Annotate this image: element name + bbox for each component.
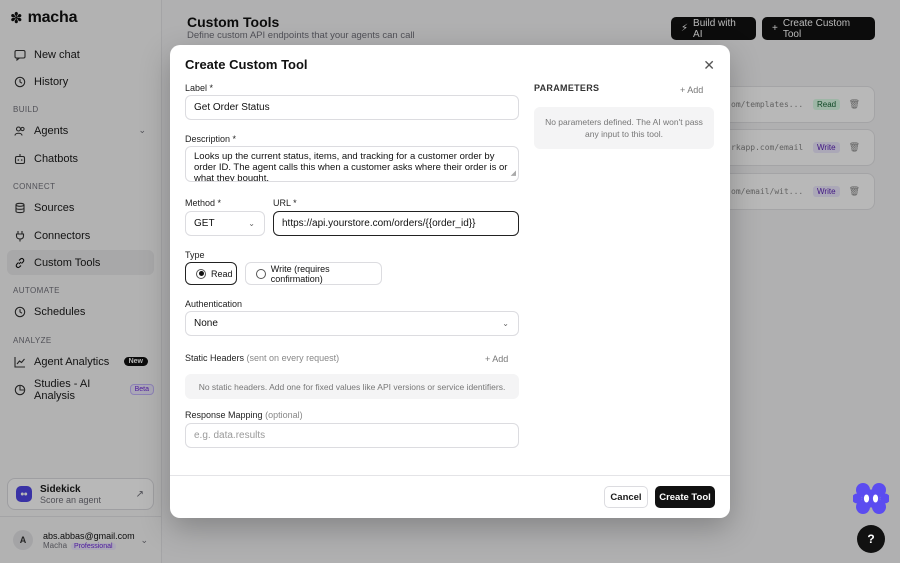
- close-icon[interactable]: ✕: [703, 57, 715, 74]
- create-tool-button[interactable]: Create Tool: [655, 486, 715, 508]
- authentication-field-label: Authentication: [185, 299, 243, 309]
- radio-label: Write (requires confirmation): [270, 263, 330, 284]
- static-headers-empty: No static headers. Add one for fixed val…: [185, 374, 519, 399]
- description-field-label: Description *: [185, 134, 237, 144]
- add-parameter-link[interactable]: + Add: [680, 85, 703, 95]
- parameters-heading: PARAMETERS: [534, 83, 600, 93]
- resize-handle-icon[interactable]: ◢: [511, 168, 516, 179]
- type-write-radio[interactable]: Write (requires confirmation): [245, 262, 382, 285]
- url-field-label: URL *: [273, 198, 297, 208]
- modal-title: Create Custom Tool: [185, 57, 308, 72]
- type-read-radio[interactable]: Read: [185, 262, 237, 285]
- static-headers-label: Static Headers (sent on every request): [185, 353, 340, 363]
- modal-footer-divider: [170, 475, 730, 476]
- parameters-empty: No parameters defined. The AI won't pass…: [534, 107, 714, 149]
- authentication-select[interactable]: None ⌄: [185, 311, 519, 336]
- description-text: Looks up the current status, items, and …: [194, 151, 508, 182]
- chevron-down-icon: ⌄: [248, 219, 255, 228]
- label-input[interactable]: Get Order Status: [185, 95, 519, 120]
- help-button[interactable]: ?: [857, 525, 885, 553]
- assistant-fab-icon[interactable]: [853, 482, 889, 516]
- method-select[interactable]: GET ⌄: [185, 211, 265, 236]
- radio-selected-icon: [196, 268, 206, 279]
- create-tool-modal: Create Custom Tool ✕ Label * Get Order S…: [170, 45, 730, 518]
- chevron-down-icon: ⌄: [502, 319, 509, 328]
- radio-label: Read: [211, 268, 233, 279]
- description-textarea[interactable]: Looks up the current status, items, and …: [185, 146, 519, 182]
- method-field-label: Method *: [185, 198, 222, 208]
- response-mapping-input[interactable]: e.g. data.results: [185, 423, 519, 448]
- authentication-value: None: [194, 318, 218, 329]
- url-input[interactable]: https://api.yourstore.com/orders/{{order…: [273, 211, 519, 236]
- radio-unselected-icon: [256, 268, 266, 279]
- add-header-link[interactable]: + Add: [485, 354, 508, 364]
- cancel-button[interactable]: Cancel: [604, 486, 648, 508]
- label-field-label: Label *: [185, 83, 214, 93]
- method-value: GET: [194, 218, 215, 229]
- type-field-label: Type: [185, 250, 205, 260]
- response-mapping-label: Response Mapping (optional): [185, 410, 303, 420]
